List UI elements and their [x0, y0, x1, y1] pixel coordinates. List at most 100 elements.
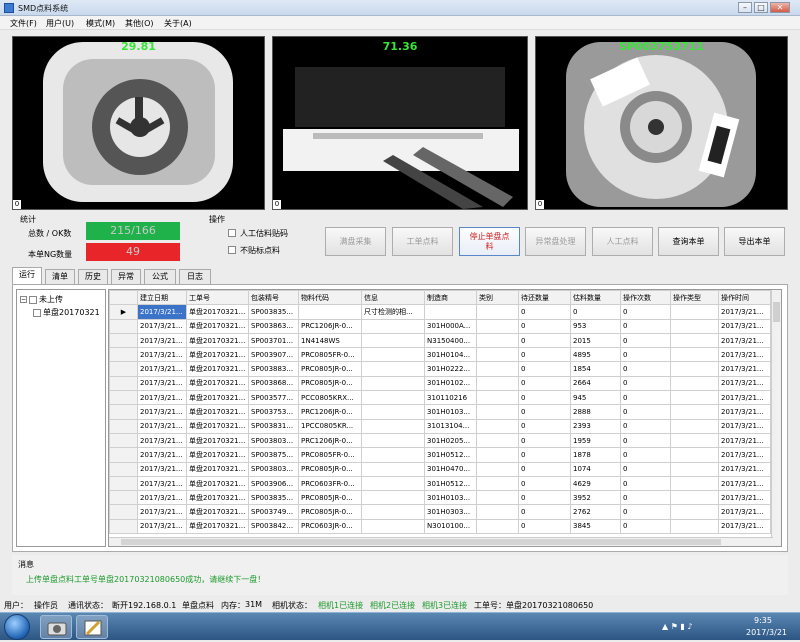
- column-header[interactable]: 操作类型: [670, 290, 719, 306]
- tab-abnormal[interactable]: 异常: [111, 269, 141, 284]
- table-row[interactable]: 2017/3/21... 单盘20170321... SP003835... PRC0…: [109, 490, 771, 506]
- row-header[interactable]: [109, 504, 138, 520]
- column-header[interactable]: 建立日期: [137, 290, 187, 306]
- tab-formula[interactable]: 公式: [144, 269, 176, 284]
- row-header[interactable]: [109, 432, 138, 449]
- menu-file[interactable]: 文件(F): [10, 18, 37, 29]
- column-header[interactable]: 工单号: [186, 290, 249, 306]
- table-cell: 2017/3/21...: [718, 490, 771, 506]
- manual-estimate-checkbox[interactable]: [228, 229, 236, 237]
- query-order-button[interactable]: 查询本单: [658, 227, 719, 256]
- table-row[interactable]: 2017/3/21... 单盘20170321... SP003831... 1PCC…: [109, 418, 771, 434]
- table-cell: 3952: [570, 490, 621, 506]
- tab-run[interactable]: 运行: [12, 267, 42, 285]
- manual-count-button[interactable]: 人工点料: [592, 227, 653, 256]
- table-row[interactable]: ▶ 2017/3/21... 单盘20170321... SP003835... 尺寸检…: [109, 304, 771, 320]
- stats-section-label: 统计: [20, 215, 36, 224]
- tree-checkbox[interactable]: [29, 295, 37, 304]
- row-header[interactable]: [109, 447, 138, 463]
- total-ok-label: 总数 / OK数: [28, 229, 72, 238]
- close-button[interactable]: ✕: [770, 2, 790, 13]
- no-label-checkbox[interactable]: [228, 246, 236, 254]
- column-header[interactable]: 操作次数: [620, 290, 671, 306]
- camera-app-icon[interactable]: [40, 615, 72, 639]
- start-button[interactable]: [4, 614, 30, 640]
- table-row[interactable]: 2017/3/21... 单盘20170321... SP003868... PRC0…: [109, 375, 771, 392]
- table-row[interactable]: 2017/3/21... 单盘20170321... SP003875... PRC0…: [109, 447, 771, 463]
- column-header[interactable]: 物料代码: [298, 290, 362, 306]
- tab-log[interactable]: 日志: [179, 269, 211, 284]
- row-header[interactable]: [109, 332, 138, 349]
- row-header[interactable]: [109, 347, 138, 363]
- table-cell: 2017/3/21...: [718, 304, 771, 320]
- column-header[interactable]: 操作时间: [718, 290, 771, 306]
- table-cell: [361, 375, 425, 392]
- table-row[interactable]: 2017/3/21... 单盘20170321... SP003842... PRC0…: [109, 518, 771, 535]
- row-header[interactable]: [109, 418, 138, 434]
- vertical-scrollbar[interactable]: [771, 290, 781, 546]
- menu-about[interactable]: 关于(A): [164, 18, 192, 29]
- column-header[interactable]: 估料数量: [570, 290, 621, 306]
- menu-other[interactable]: 其他(O): [125, 18, 154, 29]
- column-header[interactable]: 包装精号: [248, 290, 299, 306]
- paint-app-icon[interactable]: [76, 615, 108, 639]
- row-header[interactable]: [109, 490, 138, 506]
- user-value: 操作员: [34, 601, 58, 610]
- table-row[interactable]: 2017/3/21... 单盘20170321... SP003701... 1N41…: [109, 332, 771, 349]
- row-header[interactable]: [109, 461, 138, 477]
- row-header[interactable]: [109, 404, 138, 420]
- table-cell: [670, 404, 719, 420]
- table-row[interactable]: 2017/3/21... 单盘20170321... SP003749... PRC0…: [109, 504, 771, 520]
- table-cell: 0: [620, 318, 671, 334]
- horizontal-scrollbar[interactable]: [109, 537, 773, 546]
- table-row[interactable]: 2017/3/21... 单盘20170321... SP003907... PRC0…: [109, 347, 771, 363]
- tab-list[interactable]: 清单: [45, 269, 75, 284]
- menu-mode[interactable]: 模式(M): [86, 18, 115, 29]
- table-cell: SP003868...: [248, 375, 299, 392]
- table-row[interactable]: 2017/3/21... 单盘20170321... SP003883... PRC0…: [109, 361, 771, 377]
- table-row[interactable]: 2017/3/21... 单盘20170321... SP003863... PRC1…: [109, 318, 771, 334]
- table-cell: [670, 475, 719, 492]
- scroll-thumb[interactable]: [121, 539, 721, 545]
- row-header[interactable]: [109, 361, 138, 377]
- table-cell: 310110216: [424, 390, 477, 406]
- row-header[interactable]: [109, 318, 138, 334]
- column-header[interactable]: 制造商: [424, 290, 477, 306]
- row-header[interactable]: [109, 390, 138, 406]
- table-cell: PRC1206JR-0...: [298, 404, 362, 420]
- collapse-icon[interactable]: −: [20, 296, 27, 303]
- minimize-button[interactable]: –: [738, 2, 752, 13]
- table-row[interactable]: 2017/3/21... 单盘20170321... SP003577... PCC0…: [109, 390, 771, 406]
- row-header[interactable]: [109, 475, 138, 492]
- table-cell: [476, 475, 519, 492]
- tree-node-child[interactable]: 单盘20170321: [33, 307, 100, 318]
- table-row[interactable]: 2017/3/21... 单盘20170321... SP003906... PRC0…: [109, 475, 771, 492]
- table-row[interactable]: 2017/3/21... 单盘20170321... SP003753... PRC1…: [109, 404, 771, 420]
- table-row[interactable]: 2017/3/21... 单盘20170321... SP003803... PRC0…: [109, 461, 771, 477]
- table-cell: 2017/3/21...: [718, 504, 771, 520]
- table-cell: 单盘20170321...: [186, 461, 249, 477]
- table-cell: 0: [518, 361, 571, 377]
- abnormal-reel-button[interactable]: 异常盘处理: [525, 227, 586, 256]
- order-count-button[interactable]: 工单点料: [392, 227, 453, 256]
- row-header[interactable]: [109, 375, 138, 392]
- stop-single-reel-button[interactable]: 停止单盘点料: [459, 227, 520, 256]
- mem-value: 31M: [245, 600, 263, 609]
- row-header[interactable]: [109, 518, 138, 535]
- tray-icons[interactable]: ▲ ⚑ ▮ ♪: [662, 622, 692, 631]
- tree-node-root[interactable]: − 未上传: [20, 294, 63, 305]
- tab-history[interactable]: 历史: [78, 269, 108, 284]
- column-header[interactable]: 类别: [476, 290, 519, 306]
- table-row[interactable]: 2017/3/21... 单盘20170321... SP003803... PRC1…: [109, 432, 771, 449]
- maximize-button[interactable]: □: [754, 2, 768, 13]
- mem-label: 内存：: [221, 601, 245, 610]
- column-header[interactable]: 待还数量: [518, 290, 571, 306]
- column-header[interactable]: 信息: [361, 290, 425, 306]
- scroll-thumb[interactable]: [773, 302, 780, 322]
- menu-user[interactable]: 用户(U): [46, 18, 74, 29]
- row-header[interactable]: ▶: [109, 304, 138, 320]
- total-ok-count: 215/166: [86, 222, 180, 240]
- tree-checkbox[interactable]: [33, 308, 41, 317]
- full-reel-capture-button[interactable]: 满盘采集: [325, 227, 386, 256]
- export-order-button[interactable]: 导出本单: [724, 227, 785, 256]
